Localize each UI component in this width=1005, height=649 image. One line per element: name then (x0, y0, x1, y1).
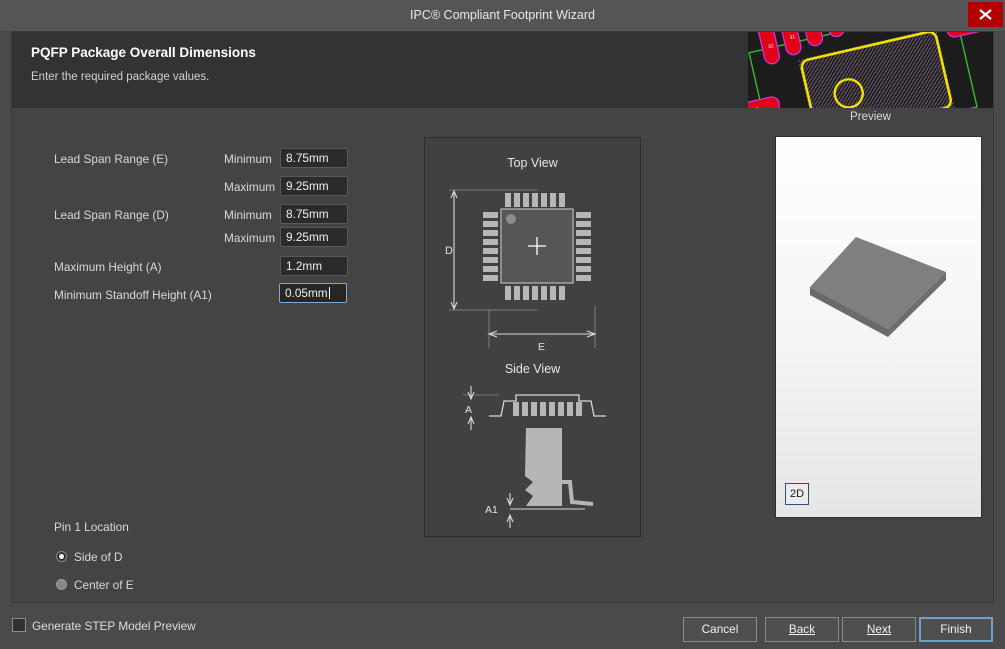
input-minimum-standoff-height[interactable]: 0.05mm (279, 283, 347, 303)
preview-caption: Preview (850, 111, 891, 123)
finish-button[interactable]: Finish (919, 617, 993, 642)
cancel-button-label: Cancel (701, 622, 739, 636)
finish-button-label: Finish (940, 622, 972, 636)
page-title: PQFP Package Overall Dimensions (31, 45, 256, 60)
wizard-window: IPC® Compliant Footprint Wizard PQFP Pac… (0, 0, 1005, 649)
close-icon (979, 9, 992, 20)
back-button-label: Back (788, 622, 816, 636)
label-d-maximum: Maximum (224, 231, 276, 245)
model-slab (810, 237, 946, 337)
top-view-title: Top View (507, 156, 558, 170)
label-minimum-standoff-height: Minimum Standoff Height (A1) (54, 288, 212, 302)
input-lead-span-d-max[interactable]: 9.25mm (280, 227, 348, 247)
label-d-minimum: Minimum (224, 208, 272, 222)
dim-label-a: A (465, 404, 472, 416)
package-drawing: D E A A1 (445, 189, 606, 528)
close-button[interactable] (968, 2, 1003, 27)
generate-step-model-label: Generate STEP Model Preview (32, 619, 196, 633)
page-subtitle: Enter the required package values. (31, 71, 210, 83)
cancel-button[interactable]: Cancel (683, 617, 757, 642)
label-lead-span-e: Lead Span Range (E) (54, 152, 169, 166)
label-maximum-height: Maximum Height (A) (54, 260, 162, 274)
dim-label-a1: A1 (485, 504, 498, 516)
radio-dot-icon (56, 551, 67, 562)
next-button[interactable]: Next (842, 617, 916, 642)
wizard-footer: Generate STEP Model Preview Cancel Back … (0, 603, 1005, 649)
wizard-panel: PQFP Package Overall Dimensions Enter th… (11, 31, 994, 603)
pin1-location-title: Pin 1 Location (54, 520, 129, 534)
input-lead-span-e-max[interactable]: 9.25mm (280, 176, 348, 196)
title-bar: IPC® Compliant Footprint Wizard (0, 0, 1005, 31)
radio-dot-icon (56, 579, 67, 590)
radio-center-of-e-label: Center of E (74, 578, 134, 592)
package-diagram: Top View Side View D E A A1 (424, 137, 641, 537)
footprint-artwork: 32 31 30 29 28 27 1 (748, 32, 993, 108)
window-title: IPC® Compliant Footprint Wizard (410, 8, 595, 22)
generate-step-model-checkbox[interactable] (12, 618, 26, 632)
page-header: PQFP Package Overall Dimensions Enter th… (12, 32, 993, 108)
dim-label-e: E (538, 341, 545, 353)
radio-side-of-d-label: Side of D (74, 550, 123, 564)
next-button-label: Next (866, 622, 892, 636)
label-e-maximum: Maximum (224, 180, 276, 194)
side-view-title: Side View (504, 362, 561, 376)
input-maximum-height[interactable]: 1.2mm (280, 256, 348, 276)
dim-label-d: D (445, 245, 453, 257)
toggle-2d-button[interactable]: 2D (785, 483, 809, 505)
input-lead-span-e-min[interactable]: 8.75mm (280, 148, 348, 168)
label-e-minimum: Minimum (224, 152, 272, 166)
back-button[interactable]: Back (765, 617, 839, 642)
model-preview-3d[interactable]: 2D (775, 136, 982, 518)
input-lead-span-d-min[interactable]: 8.75mm (280, 204, 348, 224)
label-lead-span-d: Lead Span Range (D) (54, 208, 169, 222)
